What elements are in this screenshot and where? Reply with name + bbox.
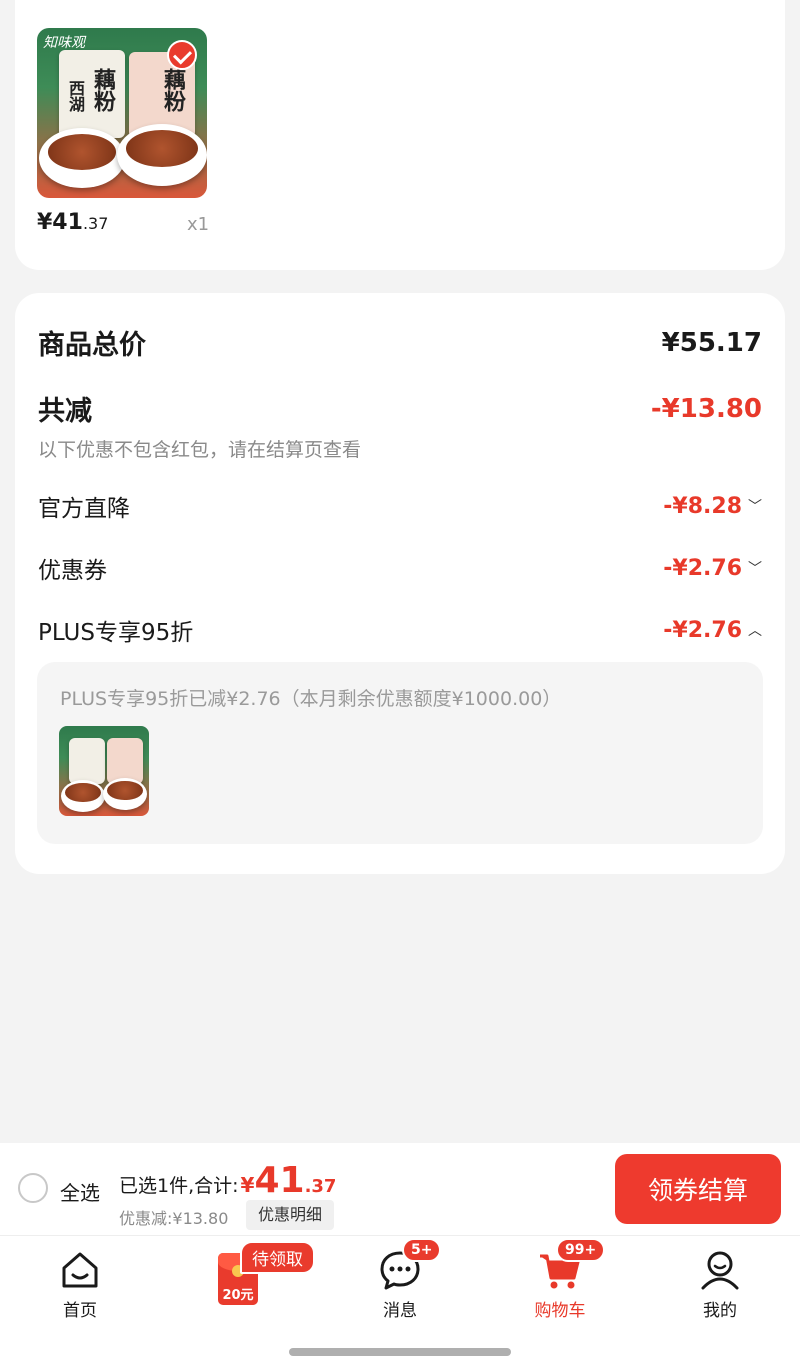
checkout-button[interactable]: 领券结算 — [615, 1154, 781, 1224]
discount-hint: 以下优惠不包含红包，请在结算页查看 — [38, 439, 362, 461]
plus-detail-text: PLUS专享95折已减¥2.76（本月剩余优惠额度¥1000.00） — [60, 688, 562, 710]
red-packet-amount: 20元 — [222, 1288, 254, 1303]
cart-icon: 99+ — [538, 1238, 606, 1292]
pending-claim-tag[interactable]: 待领取 — [240, 1241, 315, 1274]
select-all-radio[interactable] — [18, 1173, 48, 1203]
product-quantity: x1 — [187, 214, 210, 235]
tab-profile[interactable]: 我的 — [660, 1248, 780, 1321]
product-card: 知味观 藕粉 西湖 藕粉 ¥41.37 x1 — [15, 0, 785, 270]
product-price: ¥41.37 — [37, 210, 109, 235]
tab-cart[interactable]: 99+ 购物车 — [500, 1238, 620, 1321]
total-price-value: ¥55.17 — [661, 327, 762, 358]
tab-home[interactable]: 首页 — [20, 1248, 140, 1321]
select-all-label[interactable]: 全选 — [60, 1177, 100, 1206]
total-price-row: 商品总价 ¥55.17 — [38, 323, 762, 362]
profile-icon — [698, 1248, 742, 1292]
selected-total: 已选1件,合计: ¥ 41 .37 — [119, 1160, 337, 1201]
total-reduce-row: 共减 -¥13.80 — [38, 389, 762, 428]
brand-logo-text: 知味观 — [43, 35, 85, 51]
selected-check-icon[interactable] — [167, 40, 197, 70]
message-icon: 5+ — [378, 1238, 442, 1292]
price-summary-card: 商品总价 ¥55.17 共减 -¥13.80 以下优惠不包含红包，请在结算页查看… — [15, 293, 785, 874]
checkout-bar: 全选 已选1件,合计: ¥ 41 .37 优惠减:¥13.80 优惠明细 领券结… — [0, 1143, 800, 1235]
home-icon — [58, 1248, 102, 1292]
plus-discount-detail: PLUS专享95折已减¥2.76（本月剩余优惠额度¥1000.00） — [37, 662, 763, 844]
discount-amount: 优惠减:¥13.80 — [119, 1209, 229, 1228]
message-badge: 5+ — [402, 1238, 442, 1262]
tab-messages[interactable]: 5+ 消息 — [340, 1238, 460, 1321]
chevron-up-icon: ︿ — [748, 623, 762, 639]
discount-detail-button[interactable]: 优惠明细 — [246, 1200, 335, 1230]
cart-badge: 99+ — [556, 1238, 606, 1262]
total-reduce-label: 共减 — [38, 396, 92, 427]
home-indicator — [289, 1348, 511, 1356]
product-image[interactable]: 知味观 藕粉 西湖 藕粉 — [37, 28, 207, 198]
total-reduce-value: -¥13.80 — [650, 393, 762, 424]
discount-row-official[interactable]: 官方直降 -¥8.28 ﹀ — [38, 489, 762, 523]
total-amount-dec: .37 — [304, 1176, 337, 1197]
discount-row-plus[interactable]: PLUS专享95折 -¥2.76 ︿ — [38, 613, 762, 647]
discount-row-coupon[interactable]: 优惠券 -¥2.76 ﹀ — [38, 551, 762, 585]
plus-product-image — [59, 726, 149, 816]
chevron-down-icon: ﹀ — [748, 561, 762, 577]
total-amount-int: 41 — [254, 1160, 305, 1201]
chevron-down-icon: ﹀ — [748, 499, 762, 515]
total-price-label: 商品总价 — [38, 330, 146, 361]
